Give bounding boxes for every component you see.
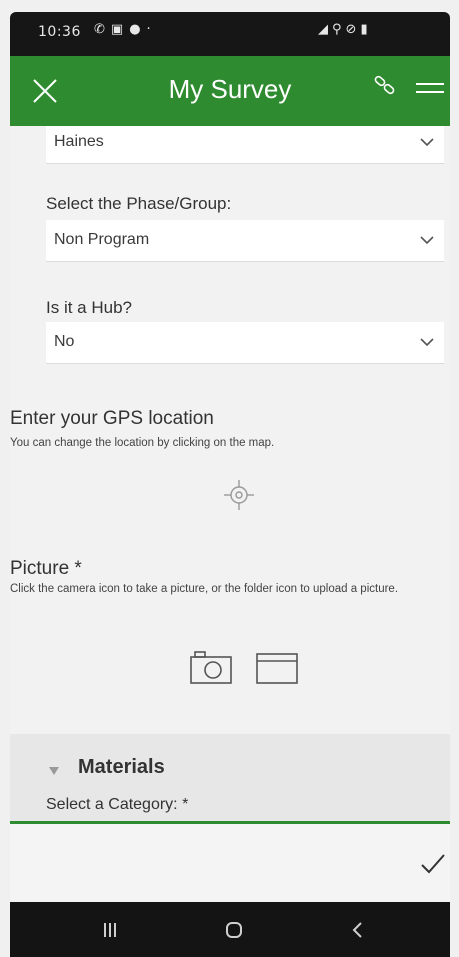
link-icon[interactable] [372, 74, 398, 98]
picture-label: Picture * [10, 558, 82, 579]
county-select-value: Haines [54, 133, 104, 150]
android-nav-bar [10, 902, 450, 957]
chevron-down-icon [420, 236, 434, 245]
mute-icon: ⊘ [345, 22, 361, 37]
phase-group-label: Select the Phase/Group: [46, 194, 232, 213]
status-time: 10:36 [38, 24, 81, 40]
hub-label: Is it a Hub? [46, 298, 132, 317]
dot-icon: · [146, 22, 157, 37]
phone-frame: 10:36 ✆▣●· ◢⚲⊘▮ My Survey Haines Select … [0, 0, 459, 957]
system-icons: ◢⚲⊘▮ [318, 22, 372, 37]
submit-check-icon[interactable] [420, 852, 446, 876]
phase-group-value: Non Program [54, 231, 150, 248]
app-bar: My Survey [10, 56, 450, 126]
image-icon: ▣ [110, 22, 130, 37]
gps-hint: You can change the location by clicking … [10, 437, 275, 449]
gps-label: Enter your GPS location [10, 408, 214, 429]
phone-icon: ✆ [94, 22, 111, 37]
chevron-down-icon [420, 138, 434, 147]
menu-icon[interactable] [414, 78, 446, 102]
materials-title[interactable]: Materials [78, 756, 165, 779]
county-select[interactable]: Haines [46, 126, 444, 164]
submit-footer [10, 824, 450, 902]
folder-icon[interactable] [254, 648, 300, 686]
materials-section: Materials Select a Category: * [10, 734, 450, 821]
collapse-triangle-icon[interactable] [48, 766, 60, 776]
camera-icon[interactable] [188, 648, 234, 686]
home-icon[interactable] [222, 918, 246, 942]
back-icon[interactable] [346, 918, 370, 942]
hub-value: No [54, 333, 75, 350]
notification-icons: ✆▣●· [94, 22, 157, 37]
status-bar: 10:36 ✆▣●· ◢⚲⊘▮ [10, 12, 450, 56]
survey-form: Haines Select the Phase/Group: Non Progr… [10, 126, 450, 821]
gps-locate-icon[interactable] [222, 478, 256, 512]
phase-group-select[interactable]: Non Program [46, 220, 444, 262]
category-label: Select a Category: * [46, 796, 189, 813]
hub-select[interactable]: No [46, 322, 444, 364]
signal-icon: ◢ [318, 22, 332, 37]
battery-icon: ▮ [360, 22, 372, 37]
chevron-down-icon [420, 338, 434, 347]
recents-icon[interactable] [98, 918, 122, 942]
picture-hint: Click the camera icon to take a picture,… [10, 583, 399, 595]
location-icon: ⚲ [332, 22, 346, 37]
chat-icon: ● [129, 22, 147, 37]
